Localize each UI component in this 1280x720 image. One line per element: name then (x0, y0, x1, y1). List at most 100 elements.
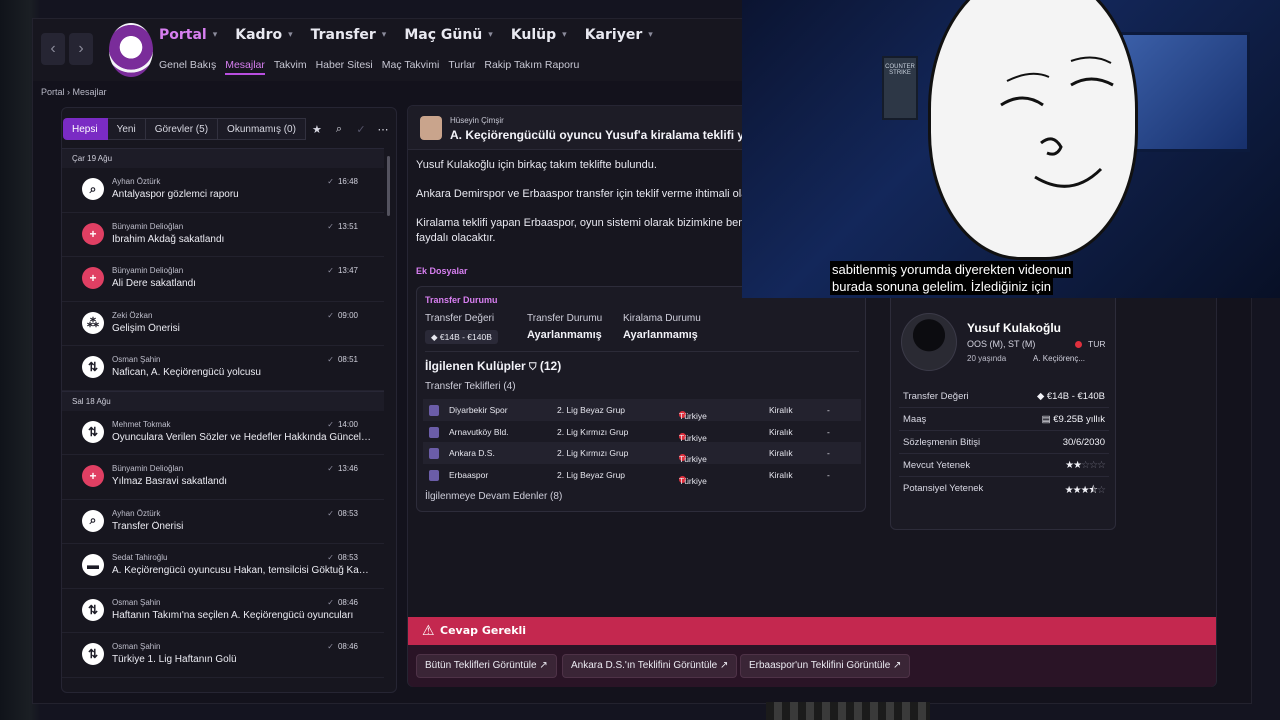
read-check-icon: ✓ (327, 355, 334, 364)
menu-kadro[interactable]: Kadro ▾ (235, 27, 292, 43)
menu-kariyer[interactable]: Kariyer ▾ (585, 27, 653, 43)
back-arrow-icon[interactable]: ‹ (41, 33, 65, 65)
club-league: 2. Lig Kırmızı Grup (557, 426, 629, 437)
magnifier-icon: ⌕ (82, 178, 104, 200)
message-time: ✓ 08:53 (327, 553, 358, 562)
player-card[interactable]: Yusuf Kulakoğlu OOS (M), ST (M) TUR 20 y… (890, 292, 1116, 530)
card-heading: Transfer Durumu (425, 295, 498, 305)
menu-portal[interactable]: Portal ▾ (159, 27, 217, 43)
message-item[interactable]: ⇅ Mehmet Tokmak Oyunculara Verilen Sözler … (62, 411, 384, 455)
search-icon[interactable]: ⌕ (328, 118, 350, 140)
more-options-icon[interactable]: ⋯ (372, 118, 394, 140)
club-badge-icon (429, 405, 439, 416)
message-subject: Antalyaspor gözlemci raporu (112, 189, 239, 200)
club-league: 2. Lig Kırmızı Grup (557, 448, 629, 458)
read-check-icon: ✓ (327, 177, 334, 186)
read-check-icon: ✓ (327, 464, 334, 473)
contract-end-value: 30/6/2030 (1062, 437, 1105, 448)
view-ankara-offer-button[interactable]: Ankara D.S.'ın Teklifini Görüntüle ↗ (562, 654, 738, 678)
day-header: Çar 19 Ağu (62, 148, 384, 168)
menu-transfer[interactable]: Transfer ▾ (311, 27, 387, 43)
player-club[interactable]: A. Keçiörenç... (1033, 354, 1085, 363)
time-label: 08:46 (337, 597, 358, 607)
submenu-mesajlar[interactable]: Mesajlar (225, 59, 265, 75)
inbox-panel: Hepsi Yeni Görevler (5) Okunmamış (0) ★ … (61, 107, 397, 693)
message-subject: Yılmaz Basravi sakatlandı (112, 476, 228, 487)
subtitles: sabitlenmiş yorumda diyerekten videonun … (830, 261, 1074, 295)
club-crest-logo[interactable] (109, 23, 153, 77)
read-check-icon: ✓ (327, 553, 334, 562)
country-name: Türkiye (679, 475, 707, 486)
message-item[interactable]: ⇅ Osman Şahin Haftanın Takımı'na seçilen A… (62, 589, 384, 633)
message-subject: A. Keçiörengücü oyuncusu Hakan, temsilci… (112, 565, 372, 576)
submenu-turlar[interactable]: Turlar (448, 59, 475, 75)
filter-tasks[interactable]: Görevler (5) (145, 118, 219, 140)
menu-label: Kadro (235, 27, 283, 43)
read-check-icon: ✓ (327, 508, 334, 518)
message-time: ✓ 08:46 (327, 598, 358, 607)
time-label: 13:47 (337, 266, 358, 275)
subtitle-line: burada sonuna gelelim. İzlediğiniz için (830, 278, 1053, 295)
message-item[interactable]: ⇅ Osman Şahin Nafican, A. Keçiörengücü yol… (62, 346, 384, 391)
chevron-down-icon: ▾ (648, 30, 653, 40)
inbox-scrollbar[interactable] (387, 156, 390, 216)
message-item[interactable]: ⌕ Ayhan Öztürk Transfer Önerisi ✓ 08:53 (62, 500, 384, 544)
filter-new[interactable]: Yeni (107, 118, 146, 140)
offer-type: Kiralık (769, 448, 793, 458)
loan-status-value: Ayarlanmamış (623, 329, 698, 341)
submenu-genel-bakis[interactable]: Genel Bakış (159, 59, 216, 75)
message-item[interactable]: ⁂ Zeki Özkan Gelişim Önerisi ✓ 09:00 (62, 302, 384, 346)
message-sender: Mehmet Tokmak (112, 419, 171, 429)
club-league: 2. Lig Beyaz Grup (557, 469, 626, 480)
offer-type: Kiralık (769, 469, 793, 480)
continuing-label[interactable]: İlgilenmeye Devam Edenler (8) (425, 491, 562, 502)
row-key: Mevcut Yetenek (903, 460, 971, 471)
submenu-takvim[interactable]: Takvim (274, 59, 307, 75)
message-item[interactable]: ▬ Sedat Tahiroğlu A. Keçiörengücü oyuncusu… (62, 544, 384, 589)
warning-icon: ⚠ (422, 622, 435, 638)
time-label: 16:48 (337, 177, 358, 186)
menu-mac-gunu[interactable]: Maç Günü ▾ (404, 27, 492, 43)
offer-extra: - (827, 448, 830, 458)
submenu-haber-sitesi[interactable]: Haber Sitesi (316, 59, 373, 75)
group-icon: ⁂ (82, 311, 104, 334)
club-row[interactable]: Arnavutköy Bld. 2. Lig Kırmızı Grup Türkiy… (423, 421, 861, 443)
message-item[interactable]: + Bünyamin Delioğlan İbrahim Akdağ sakatla… (62, 213, 384, 257)
row-key: Sözleşmenin Bitişi (903, 437, 981, 448)
view-all-offers-button[interactable]: Bütün Teklifleri Görüntüle ↗ (416, 654, 557, 678)
filter-all[interactable]: Hepsi (63, 118, 108, 140)
message-item[interactable]: + Bünyamin Delioğlan Yılmaz Basravi sakatl… (62, 455, 384, 500)
view-erbaaspor-offer-button[interactable]: Erbaaspor'un Teklifini Görüntüle ↗ (740, 654, 911, 678)
menu-kulup[interactable]: Kulüp ▾ (511, 27, 567, 43)
chevron-down-icon: ▾ (488, 30, 493, 40)
message-item[interactable]: ⌕ Ayhan Öztürk Antalyaspor gözlemci raporu… (62, 168, 384, 213)
transfer-status-card: Transfer Durumu Transfer Değeri ◆ €14B -… (416, 286, 866, 512)
read-check-icon: ✓ (327, 310, 334, 320)
submenu-rakip-takim-raporu[interactable]: Rakip Takım Raporu (484, 59, 579, 75)
submenu-mac-takvimi[interactable]: Maç Takvimi (382, 59, 440, 75)
transfer-value-pill: ◆ €14B - €140B (425, 330, 498, 344)
club-row[interactable]: Ankara D.S. 2. Lig Kırmızı Grup Türkiye Kir… (423, 442, 861, 464)
read-check-icon: ✓ (327, 419, 334, 429)
briefcase-icon: ▬ (82, 554, 104, 576)
loan-status-label: Kiralama Durumu (623, 313, 701, 324)
message-item[interactable]: + Bünyamin Delioğlan Ali Dere sakatlandı ✓ 1… (62, 257, 384, 302)
message-sender: Hüseyin Çimşir (450, 116, 504, 125)
divider (425, 351, 859, 352)
player-name[interactable]: Yusuf Kulakoğlu (967, 321, 1061, 335)
player-age: 20 yaşında (967, 354, 1007, 363)
breadcrumb: Portal › Mesajlar (41, 87, 107, 97)
menu-label: Maç Günü (404, 27, 483, 43)
club-row[interactable]: Erbaaspor 2. Lig Beyaz Grup Türkiye Kiralık… (423, 464, 861, 486)
star-icon[interactable]: ★ (306, 118, 328, 140)
offers-label: Transfer Teklifleri (4) (425, 381, 516, 392)
double-check-icon[interactable]: ✓ (350, 118, 372, 140)
message-item[interactable]: ⇅ Osman Şahin Türkiye 1. Lig Haftanın Golü… (62, 633, 384, 678)
club-name: Diyarbekir Spor (449, 405, 508, 415)
menu-label: Transfer (310, 27, 376, 43)
club-row[interactable]: Diyarbekir Spor 2. Lig Beyaz Grup Türkiye K… (423, 399, 861, 421)
breadcrumb-root[interactable]: Portal (41, 87, 65, 97)
filter-unread[interactable]: Okunmamış (0) (218, 118, 306, 140)
club-name: Ankara D.S. (449, 448, 495, 458)
forward-arrow-icon[interactable]: › (69, 33, 93, 65)
